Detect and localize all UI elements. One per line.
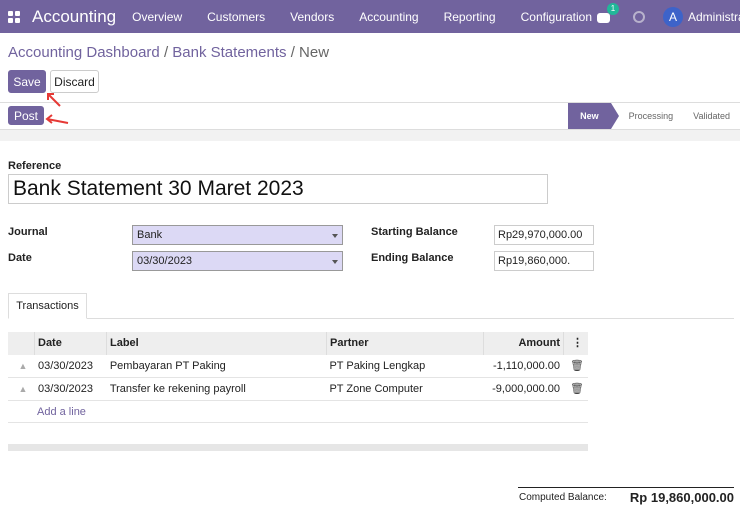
caret-down-icon: [332, 234, 338, 238]
date-select[interactable]: 03/30/2023: [132, 251, 343, 271]
menu-configuration[interactable]: Configuration: [521, 10, 592, 24]
computed-balance-label: Computed Balance:: [519, 492, 607, 503]
handle-header: [8, 332, 35, 355]
breadcrumb: Accounting Dashboard / Bank Statements /…: [8, 44, 329, 61]
avatar[interactable]: A: [663, 6, 683, 27]
row-date[interactable]: 03/30/2023: [35, 378, 107, 400]
computed-balance: Computed Balance: Rp 19,860,000.00: [518, 487, 734, 507]
breadcrumb-separator: /: [163, 44, 169, 61]
activity-clock-icon[interactable]: [633, 10, 645, 23]
menu-reporting[interactable]: Reporting: [444, 10, 496, 24]
sheet-divider: [0, 129, 740, 141]
journal-value: Bank: [137, 229, 163, 241]
menu-overview[interactable]: Overview: [132, 10, 182, 24]
breadcrumb-bank-statements[interactable]: Bank Statements: [172, 44, 286, 61]
user-menu[interactable]: Administrator: [688, 10, 740, 24]
tab-divider: [8, 318, 734, 319]
menu-vendors[interactable]: Vendors: [290, 10, 334, 24]
drag-handle-icon[interactable]: ▲: [8, 378, 35, 400]
drag-handle-icon[interactable]: ▲: [8, 355, 35, 377]
breadcrumb-current: New: [299, 44, 330, 61]
top-navbar: Accounting Overview Customers Vendors Ac…: [0, 0, 740, 33]
grid-icon: [8, 10, 20, 23]
tab-transactions[interactable]: Transactions: [8, 293, 87, 319]
caret-down-icon: [332, 260, 338, 264]
date-value: 03/30/2023: [137, 255, 193, 267]
add-line-link[interactable]: Add a line: [8, 401, 588, 423]
annotation-arrow-icon: [45, 114, 69, 124]
table-row[interactable]: ▲ 03/30/2023 Pembayaran PT Paking PT Pak…: [8, 355, 588, 378]
save-button[interactable]: Save: [8, 70, 46, 93]
reference-input[interactable]: Bank Statement 30 Maret 2023: [8, 174, 548, 204]
column-amount[interactable]: Amount: [484, 332, 564, 355]
row-label[interactable]: Transfer ke rekening payroll: [107, 378, 327, 400]
transactions-table: Date Label Partner Amount ⋮ ▲ 03/30/2023…: [8, 332, 588, 423]
messaging-button[interactable]: 1: [597, 2, 619, 23]
row-partner[interactable]: PT Zone Computer: [326, 378, 483, 400]
starting-balance-input[interactable]: Rp29,970,000.00: [494, 225, 594, 245]
status-step-validated[interactable]: Validated: [683, 103, 740, 129]
annotation-arrow-icon: [47, 93, 61, 107]
table-header: Date Label Partner Amount ⋮: [8, 332, 588, 355]
trash-icon[interactable]: 🗑: [563, 355, 588, 377]
chat-count-badge: 1: [607, 2, 619, 15]
chat-icon: [597, 12, 610, 23]
column-options-icon[interactable]: ⋮: [564, 332, 588, 355]
status-step-processing[interactable]: Processing: [611, 103, 684, 129]
computed-balance-value: Rp 19,860,000.00: [629, 490, 734, 505]
status-steps: New Processing Validated: [568, 103, 740, 129]
app-brand[interactable]: Accounting: [32, 7, 116, 27]
ending-balance-label: Ending Balance: [371, 252, 454, 264]
column-date[interactable]: Date: [35, 332, 107, 355]
apps-menu-button[interactable]: [0, 0, 28, 33]
table-footer: [8, 444, 588, 451]
menu-customers[interactable]: Customers: [207, 10, 265, 24]
breadcrumb-accounting-dashboard[interactable]: Accounting Dashboard: [8, 44, 160, 61]
date-label: Date: [8, 252, 32, 264]
column-label[interactable]: Label: [107, 332, 327, 355]
status-step-new[interactable]: New: [568, 103, 619, 129]
breadcrumb-separator: /: [290, 44, 295, 61]
journal-label: Journal: [8, 226, 48, 238]
row-label[interactable]: Pembayaran PT Paking: [107, 355, 327, 377]
reference-label: Reference: [8, 160, 62, 172]
starting-balance-label: Starting Balance: [371, 226, 458, 238]
row-amount[interactable]: -9,000,000.00: [483, 378, 563, 400]
row-partner[interactable]: PT Paking Lengkap: [326, 355, 483, 377]
column-partner[interactable]: Partner: [327, 332, 484, 355]
ending-balance-input[interactable]: Rp19,860,000.: [494, 251, 594, 271]
menu-accounting[interactable]: Accounting: [359, 10, 418, 24]
trash-icon[interactable]: 🗑: [563, 378, 588, 400]
row-amount[interactable]: -1,110,000.00: [483, 355, 563, 377]
post-button[interactable]: Post: [8, 106, 44, 125]
journal-select[interactable]: Bank: [132, 225, 343, 245]
table-row[interactable]: ▲ 03/30/2023 Transfer ke rekening payrol…: [8, 378, 588, 401]
row-date[interactable]: 03/30/2023: [35, 355, 107, 377]
